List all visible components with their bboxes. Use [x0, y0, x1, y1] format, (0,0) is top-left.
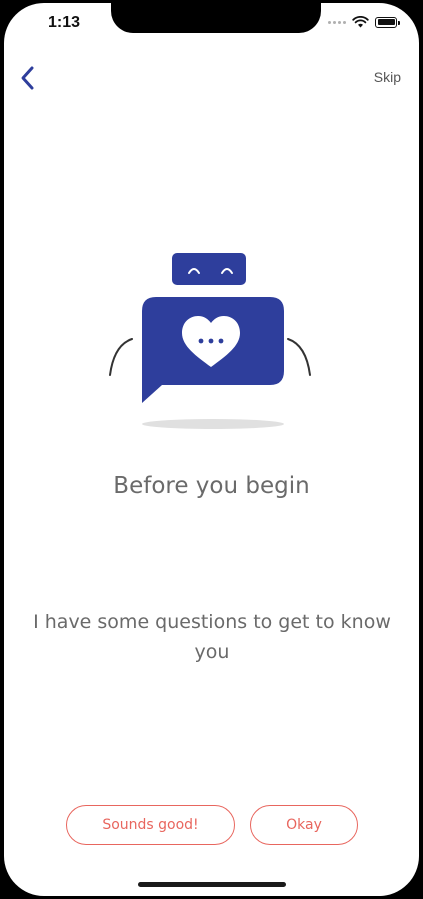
chevron-left-icon: [21, 66, 34, 90]
status-icons: [328, 16, 400, 28]
skip-button[interactable]: Skip: [374, 69, 401, 85]
intro-message: I have some questions to get to know you: [33, 611, 391, 663]
device-notch: [111, 3, 321, 33]
robot-shadow: [142, 419, 284, 429]
status-time: 1:13: [48, 14, 81, 31]
robot-arm-right: [287, 338, 311, 376]
battery-icon: [375, 16, 400, 28]
page-title: Before you begin: [113, 473, 310, 499]
cellular-signal-icon: [328, 20, 346, 24]
back-button[interactable]: [18, 65, 40, 91]
sounds-good-button[interactable]: Sounds good!: [66, 805, 235, 845]
typing-dot: [198, 338, 204, 344]
okay-button[interactable]: Okay: [250, 805, 358, 845]
robot-head: [172, 253, 246, 285]
app-screen: 1:13 Skip Before you begin I have some q…: [4, 3, 419, 896]
typing-dot: [218, 338, 224, 344]
robot-illustration: [109, 253, 311, 429]
wifi-icon: [352, 16, 369, 28]
device-frame: 1:13 Skip Before you begin I have some q…: [0, 0, 423, 899]
home-indicator: [138, 882, 286, 887]
robot-arm-left: [109, 338, 133, 376]
typing-dot: [208, 338, 214, 344]
